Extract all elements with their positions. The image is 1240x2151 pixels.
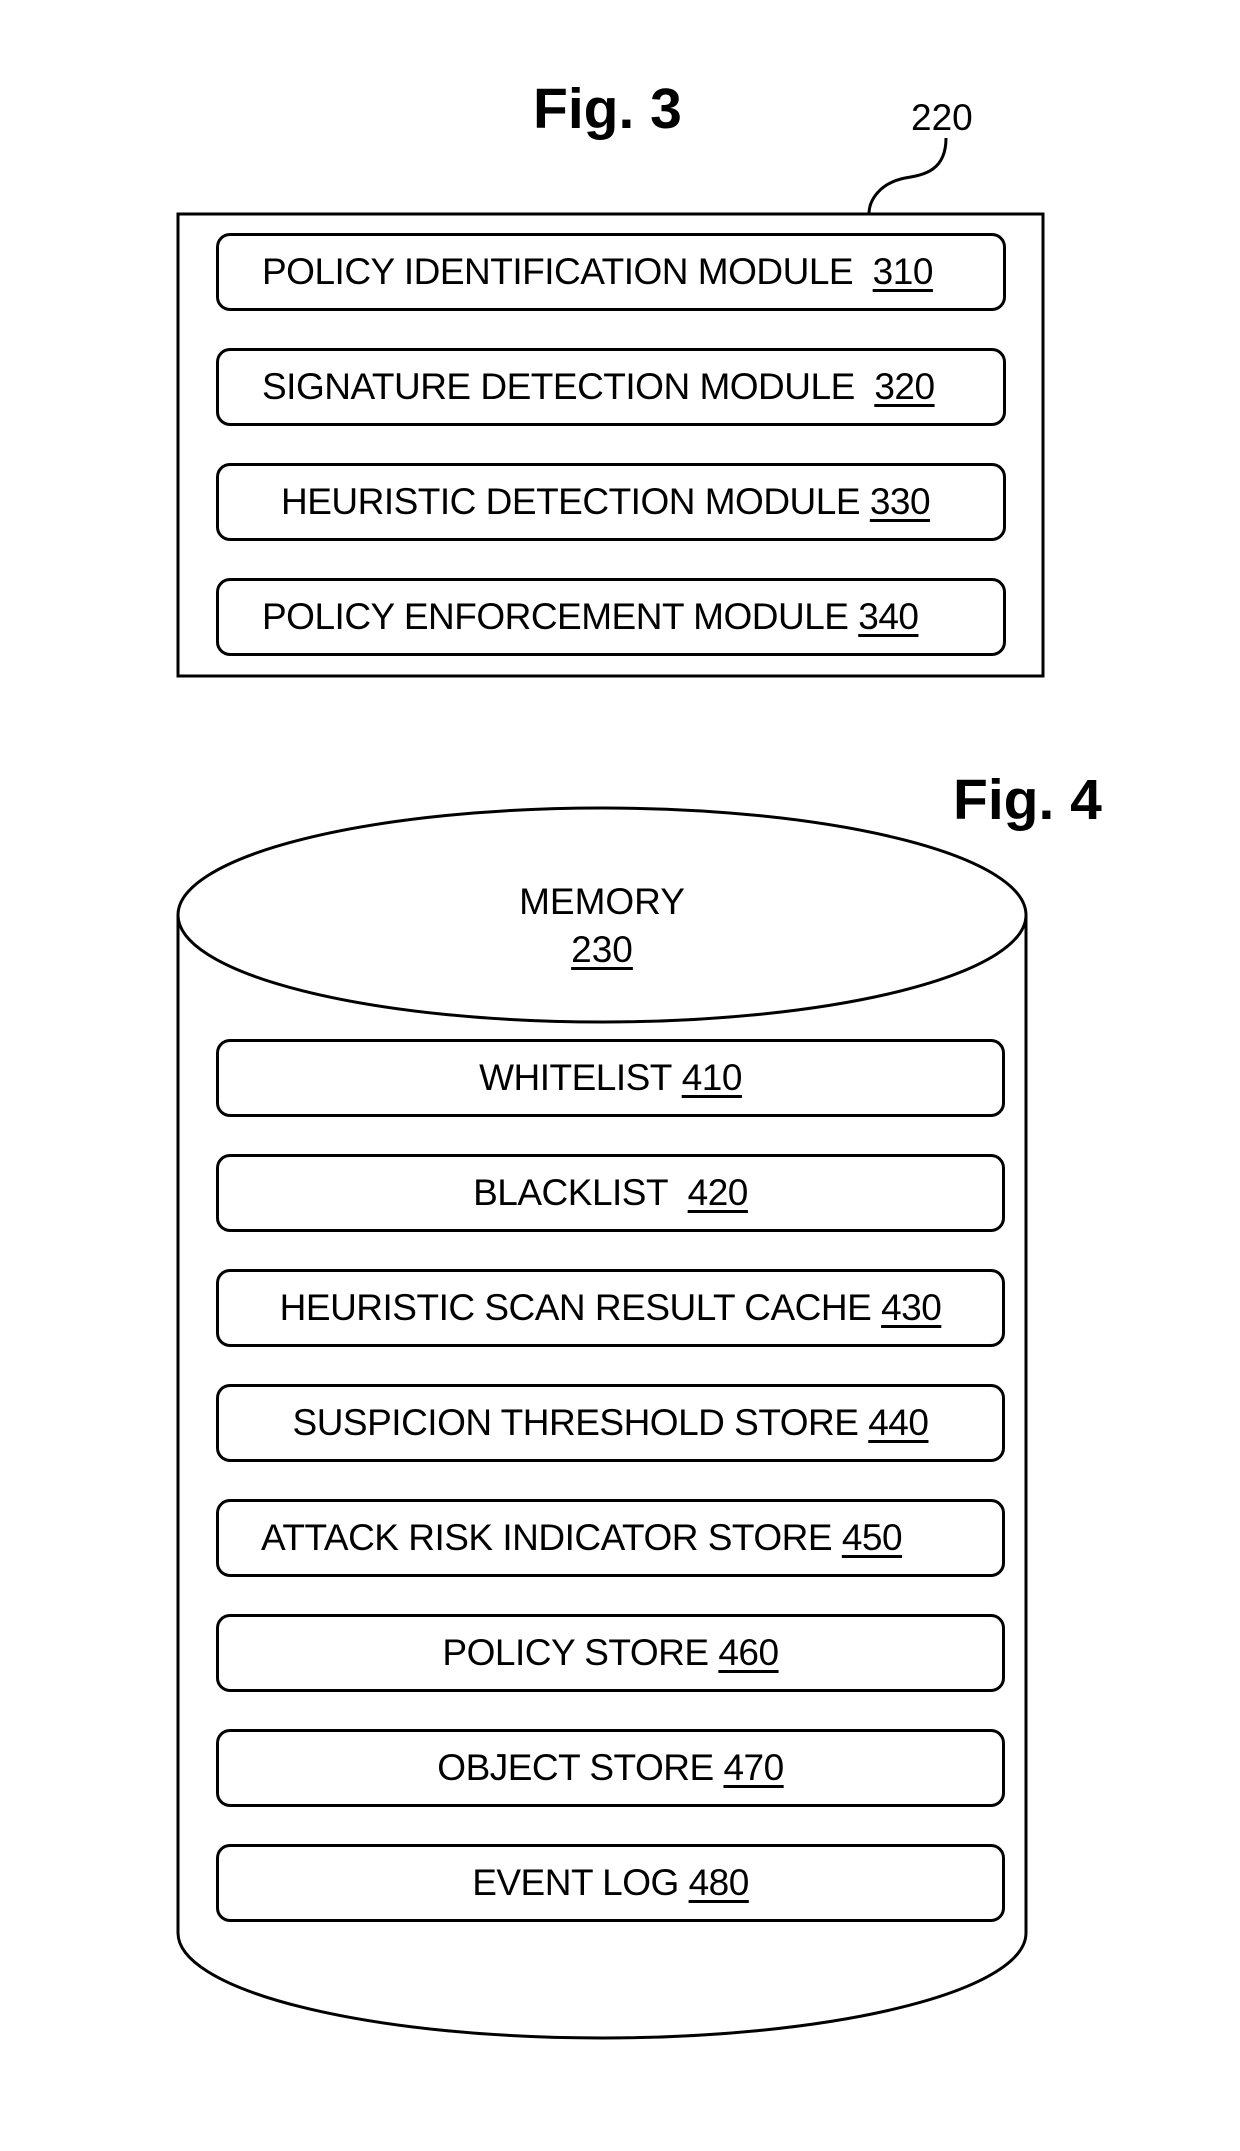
memory-label: MEMORY — [519, 881, 685, 922]
store-number: 410 — [681, 1057, 743, 1098]
store-blacklist: BLACKLIST 420 — [216, 1154, 1005, 1232]
module-number: 340 — [858, 596, 919, 637]
module-signature-detection: SIGNATURE DETECTION MODULE 320 — [216, 348, 1006, 426]
store-suspicion-threshold: SUSPICION THRESHOLD STORE 440 — [216, 1384, 1005, 1462]
module-policy-identification: POLICY IDENTIFICATION MODULE 310 — [216, 233, 1006, 311]
module-label: HEURISTIC DETECTION MODULE — [281, 481, 861, 522]
memory-number: 230 — [571, 929, 633, 970]
store-label: HEURISTIC SCAN RESULT CACHE — [279, 1287, 872, 1328]
store-number: 420 — [687, 1172, 749, 1213]
store-label: WHITELIST — [479, 1057, 672, 1098]
store-label: SUSPICION THRESHOLD STORE — [292, 1402, 859, 1443]
store-label: POLICY STORE — [442, 1632, 709, 1673]
store-number: 440 — [868, 1402, 929, 1443]
fig3-ref-leader-line — [867, 137, 948, 215]
store-number: 480 — [688, 1862, 750, 1903]
fig3-ref-label: 220 — [911, 97, 973, 138]
store-number: 460 — [718, 1632, 779, 1673]
fig3-title: Fig. 3 — [533, 77, 682, 141]
store-label: ATTACK RISK INDICATOR STORE — [261, 1517, 833, 1558]
module-number: 320 — [874, 366, 935, 407]
store-attack-risk-indicator: ATTACK RISK INDICATOR STORE 450 — [216, 1499, 1005, 1577]
module-label: SIGNATURE DETECTION MODULE — [262, 366, 855, 407]
store-label: BLACKLIST — [473, 1172, 669, 1213]
store-label: OBJECT STORE — [437, 1747, 714, 1788]
store-object: OBJECT STORE 470 — [216, 1729, 1005, 1807]
store-heuristic-scan-result-cache: HEURISTIC SCAN RESULT CACHE 430 — [216, 1269, 1005, 1347]
module-heuristic-detection: HEURISTIC DETECTION MODULE 330 — [216, 463, 1006, 541]
module-label: POLICY ENFORCEMENT MODULE — [262, 596, 849, 637]
module-number: 310 — [872, 251, 934, 292]
module-label: POLICY IDENTIFICATION MODULE — [262, 251, 854, 292]
store-number: 470 — [723, 1747, 784, 1788]
store-number: 430 — [881, 1287, 942, 1328]
store-number: 450 — [841, 1517, 903, 1558]
store-policy: POLICY STORE 460 — [216, 1614, 1005, 1692]
module-policy-enforcement: POLICY ENFORCEMENT MODULE 340 — [216, 578, 1006, 656]
store-whitelist: WHITELIST 410 — [216, 1039, 1005, 1117]
module-number: 330 — [869, 481, 931, 522]
fig4-title: Fig. 4 — [953, 768, 1102, 832]
store-event-log: EVENT LOG 480 — [216, 1844, 1005, 1922]
store-label: EVENT LOG — [472, 1862, 679, 1903]
